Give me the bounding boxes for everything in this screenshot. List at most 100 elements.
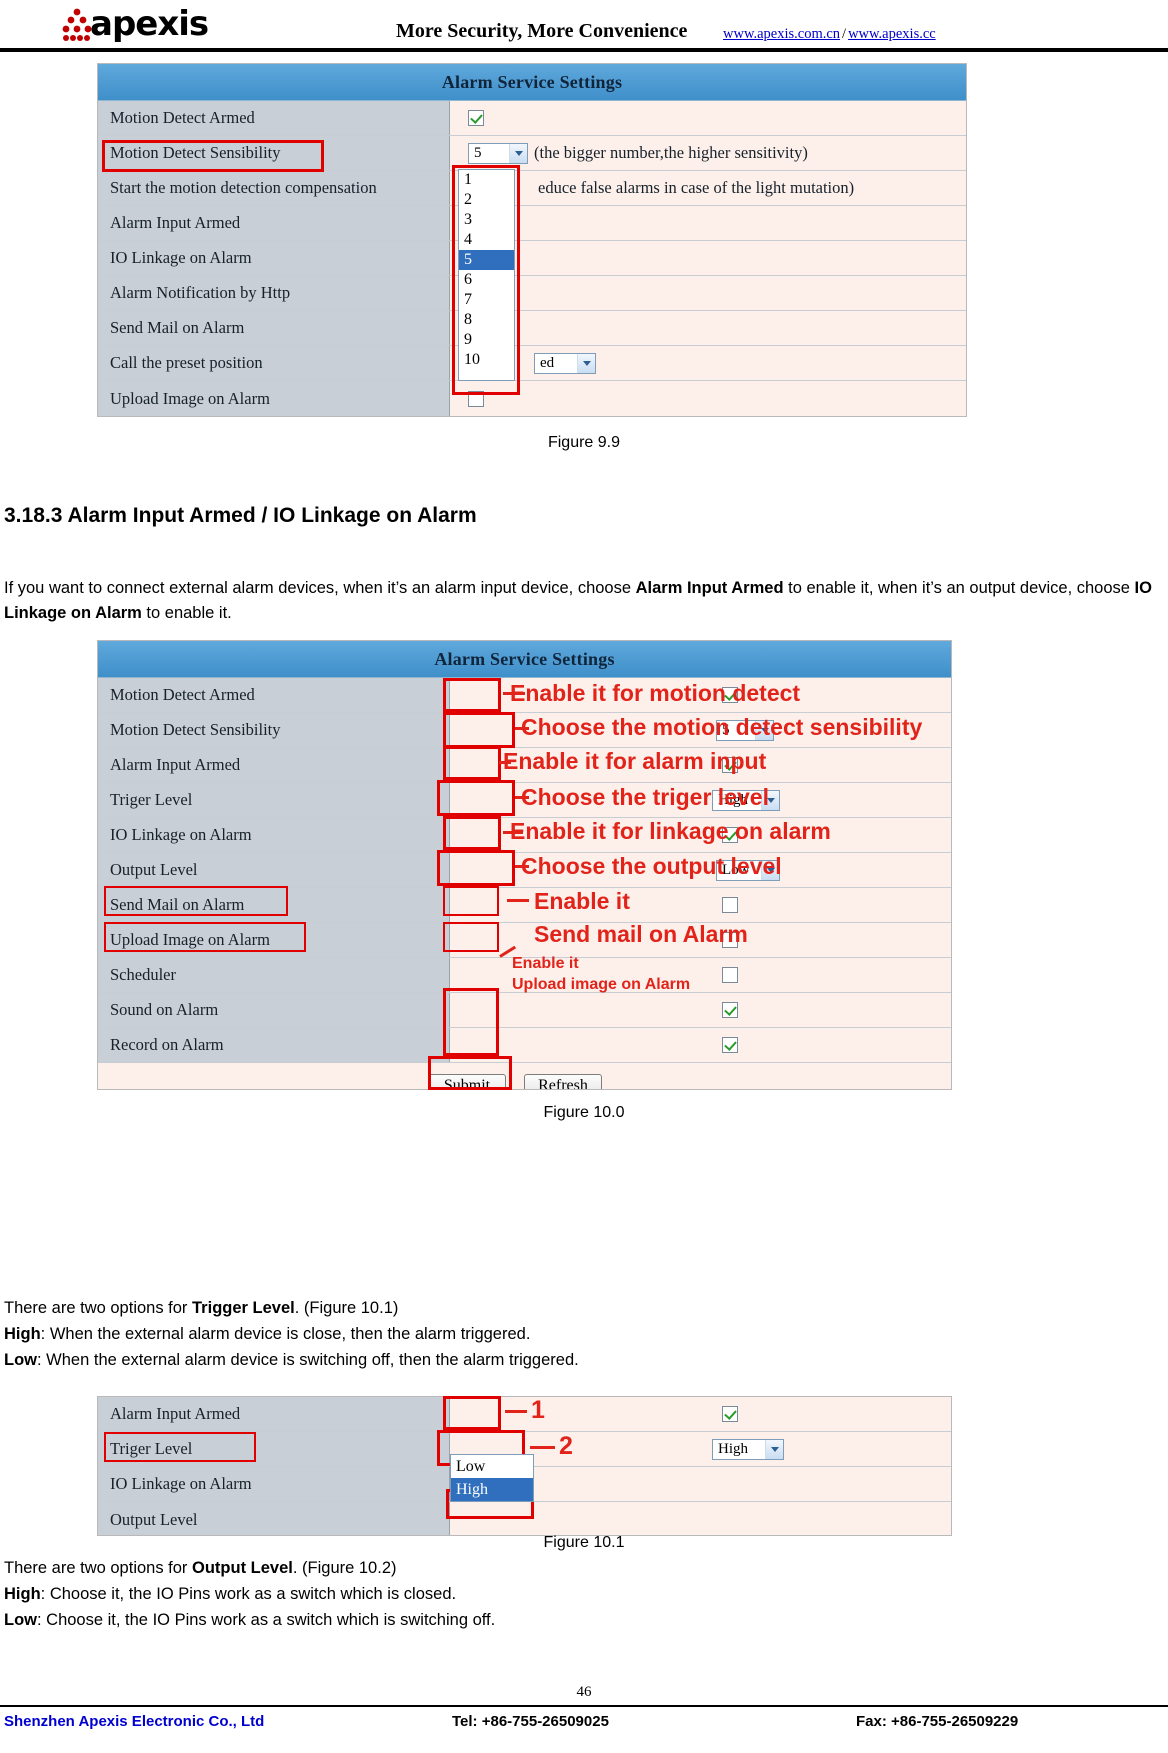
page-footer: Shenzhen Apexis Electronic Co., Ltd Tel:… bbox=[0, 1705, 1168, 1739]
dropdown-option[interactable]: 6 bbox=[459, 270, 514, 290]
alarm-input-armed-checkbox[interactable] bbox=[722, 1406, 738, 1422]
motion-detect-armed-checkbox[interactable] bbox=[468, 110, 484, 126]
row-label: IO Linkage on Alarm bbox=[98, 818, 450, 852]
sensibility-dropdown-list[interactable]: 1 2 3 4 5 6 7 8 9 10 bbox=[458, 169, 515, 381]
trigger-bold-1: Trigger Level bbox=[192, 1299, 295, 1317]
intro-text-1: If you want to connect external alarm de… bbox=[4, 579, 636, 597]
dropdown-option[interactable]: 10 bbox=[459, 350, 514, 370]
annotation-send-mail: Enable it bbox=[534, 888, 630, 914]
table-row: Upload Image on Alarm bbox=[98, 923, 951, 958]
section-intro-paragraph: If you want to connect external alarm de… bbox=[4, 576, 1164, 626]
annotation-connector bbox=[515, 727, 529, 730]
sound-on-alarm-checkbox[interactable] bbox=[722, 1002, 738, 1018]
trigger-text-2: . (Figure 10.1) bbox=[294, 1299, 399, 1317]
row-label: Motion Detect Sensibility bbox=[98, 136, 450, 170]
row-label: Motion Detect Armed bbox=[98, 101, 450, 135]
trigger-level-line-3: Low: When the external alarm device is s… bbox=[4, 1348, 1164, 1373]
annotation-connector bbox=[499, 761, 511, 764]
motion-detect-sensibility-select[interactable]: 5 bbox=[468, 142, 528, 164]
annotation-connector bbox=[530, 1446, 555, 1449]
trigger-level-line-1: There are two options for Trigger Level.… bbox=[4, 1296, 1164, 1321]
row-value bbox=[450, 101, 966, 135]
link-apexis-cc[interactable]: www.apexis.cc bbox=[848, 26, 936, 42]
dropdown-option-selected[interactable]: High bbox=[451, 1478, 533, 1501]
actions-spacer bbox=[98, 1063, 428, 1089]
send-mail-on-alarm-checkbox[interactable] bbox=[722, 897, 738, 913]
apexis-logo: apexis bbox=[62, 2, 282, 46]
row-label: Start the motion detection compensation bbox=[98, 171, 450, 205]
annotation-connector bbox=[515, 796, 529, 799]
submit-button[interactable]: Submit bbox=[428, 1073, 506, 1089]
sensibility-note: (the bigger number,the higher sensitivit… bbox=[534, 143, 808, 162]
dropdown-option[interactable]: 4 bbox=[459, 230, 514, 250]
compensation-note: educe false alarms in case of the light … bbox=[538, 178, 855, 197]
row-label: Alarm Input Armed bbox=[98, 748, 450, 782]
refresh-button[interactable]: Refresh bbox=[524, 1073, 602, 1089]
row-label: Upload Image on Alarm bbox=[98, 381, 450, 416]
section-heading: 3.18.3 Alarm Input Armed / IO Linkage on… bbox=[4, 504, 477, 527]
form-actions-row: Submit Refresh bbox=[98, 1063, 951, 1089]
annotation-connector bbox=[515, 865, 529, 868]
table-row: Motion Detect Sensibility 5 (the bigger … bbox=[98, 136, 966, 171]
row-value: ed bbox=[450, 346, 966, 380]
intro-text-3: to enable it. bbox=[141, 604, 232, 622]
figure-10-1-caption: Figure 10.1 bbox=[543, 1534, 625, 1551]
row-value bbox=[450, 241, 966, 275]
link-apexis-com-cn[interactable]: www.apexis.com.cn bbox=[723, 26, 840, 42]
row-label: Motion Detect Armed bbox=[98, 678, 450, 712]
annotation-motion-detect: Enable it for motion detect bbox=[510, 680, 801, 706]
row-label: Record on Alarm bbox=[98, 1028, 450, 1062]
output-level-line-2: High: Choose it, the IO Pins work as a s… bbox=[4, 1582, 1164, 1607]
record-on-alarm-checkbox[interactable] bbox=[722, 1037, 738, 1053]
table-row: Alarm Notification by Http bbox=[98, 276, 966, 311]
dropdown-option-selected[interactable]: 5 bbox=[459, 250, 514, 270]
row-label: Upload Image on Alarm bbox=[98, 923, 450, 957]
row-value bbox=[450, 1502, 951, 1535]
intro-text-2: to enable it, when it’s an output device… bbox=[783, 579, 1135, 597]
footer-telephone: Tel: +86-755-26509025 bbox=[452, 1713, 609, 1730]
dropdown-option[interactable]: 3 bbox=[459, 210, 514, 230]
figure-10-0-caption: Figure 10.0 bbox=[543, 1104, 625, 1121]
output-high-desc: : Choose it, the IO Pins work as a switc… bbox=[40, 1585, 457, 1603]
triger-level-dropdown-list[interactable]: Low High bbox=[450, 1454, 534, 1502]
row-label: Triger Level bbox=[98, 783, 450, 817]
table-row: Sound on Alarm bbox=[98, 993, 951, 1028]
row-label: Output Level bbox=[98, 1502, 450, 1535]
trigger-text-1: There are two options for bbox=[4, 1299, 193, 1317]
table-row: Record on Alarm bbox=[98, 1028, 951, 1063]
page-header: apexis More Security, More Convenience w… bbox=[0, 0, 1168, 52]
preset-position-select[interactable]: ed bbox=[534, 352, 596, 374]
row-label: Alarm Notification by Http bbox=[98, 276, 450, 310]
output-bold-1: Output Level bbox=[192, 1559, 293, 1577]
dropdown-option[interactable]: 1 bbox=[459, 170, 514, 190]
annotation-marker-2: 2 bbox=[559, 1432, 573, 1460]
row-label: IO Linkage on Alarm bbox=[98, 1467, 450, 1501]
dropdown-option[interactable]: 8 bbox=[459, 310, 514, 330]
annotation-triger-level: Choose the triger level bbox=[521, 784, 769, 810]
triger-level-select[interactable]: High bbox=[712, 1438, 784, 1460]
trigger-low-label: Low bbox=[4, 1351, 37, 1369]
upload-image-on-alarm-checkbox[interactable] bbox=[468, 390, 484, 407]
header-links: www.apexis.com.cn / www.apexis.cc bbox=[723, 26, 936, 43]
dropdown-option[interactable]: 9 bbox=[459, 330, 514, 350]
annotation-upload-image-on-alarm: Upload image on Alarm bbox=[512, 976, 691, 993]
row-label: Send Mail on Alarm bbox=[98, 888, 450, 922]
table-row: Output Level bbox=[98, 1502, 951, 1535]
trigger-low-desc: : When the external alarm device is swit… bbox=[37, 1351, 579, 1369]
table-row: Alarm Input Armed bbox=[98, 1397, 951, 1432]
dropdown-option[interactable]: 7 bbox=[459, 290, 514, 310]
dropdown-option[interactable]: Low bbox=[451, 1455, 533, 1478]
row-value bbox=[450, 993, 951, 1027]
output-text-2: . (Figure 10.2) bbox=[292, 1559, 397, 1577]
annotation-scheduler-enable: Enable it bbox=[512, 955, 579, 972]
row-value bbox=[450, 206, 966, 240]
row-label: Alarm Input Armed bbox=[98, 1397, 450, 1431]
row-label: Motion Detect Sensibility bbox=[98, 713, 450, 747]
annotation-output-level: Choose the output level bbox=[521, 853, 782, 879]
trigger-high-label: High bbox=[4, 1325, 41, 1343]
intro-bold-1: Alarm Input Armed bbox=[635, 579, 784, 597]
scheduler-checkbox[interactable] bbox=[722, 967, 738, 983]
logo-wordmark: apexis bbox=[90, 4, 209, 44]
dropdown-option[interactable]: 2 bbox=[459, 190, 514, 210]
row-value bbox=[450, 1028, 951, 1062]
